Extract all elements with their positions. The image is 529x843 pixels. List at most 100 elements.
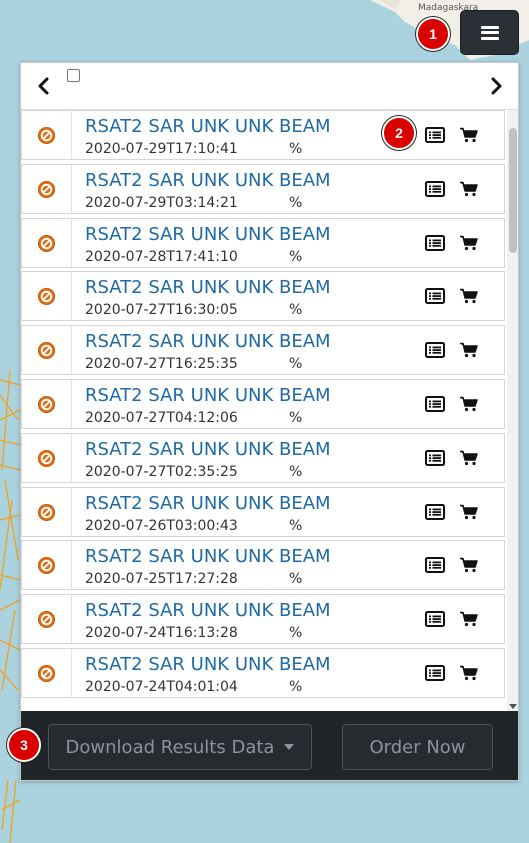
shopping-cart-icon (460, 504, 478, 520)
add-to-cart-button[interactable] (459, 234, 479, 252)
no-preview-cell (22, 326, 72, 374)
result-row[interactable]: RSAT2 SAR UNK UNK BEAM 2020-07-26T03:00:4… (21, 487, 505, 537)
no-preview-icon (37, 287, 56, 305)
metadata-list-button[interactable] (425, 503, 445, 521)
add-to-cart-button[interactable] (459, 341, 479, 359)
result-cloud-cover: % (289, 464, 303, 480)
result-row[interactable]: RSAT2 SAR UNK UNK BEAM 2020-07-27T02:35:2… (21, 433, 505, 483)
result-acquisition-date: 2020-07-27T16:30:05 (85, 302, 238, 318)
metadata-list-button[interactable] (425, 180, 445, 198)
metadata-list-button[interactable] (425, 556, 445, 574)
no-preview-icon (37, 556, 56, 574)
result-cloud-cover: % (289, 195, 303, 211)
metadata-list-button[interactable] (425, 341, 445, 359)
result-title-link[interactable]: RSAT2 SAR UNK UNK BEAM (85, 385, 331, 406)
no-preview-cell (22, 649, 72, 697)
results-pager (21, 63, 518, 110)
result-title-link[interactable]: RSAT2 SAR UNK UNK BEAM (85, 493, 331, 514)
no-preview-cell (22, 219, 72, 267)
list-details-icon (425, 342, 445, 358)
list-details-icon (425, 611, 445, 627)
add-to-cart-button[interactable] (459, 610, 479, 628)
previous-page-button[interactable] (33, 75, 53, 97)
result-acquisition-date: 2020-07-24T04:01:04 (85, 679, 238, 695)
shopping-cart-icon (460, 181, 478, 197)
caret-down-icon (284, 744, 295, 750)
no-preview-icon (37, 449, 56, 467)
step-badge-2: 2 (382, 116, 416, 150)
result-cloud-cover: % (289, 356, 303, 372)
result-title-link[interactable]: RSAT2 SAR UNK UNK BEAM (85, 654, 331, 675)
next-page-button[interactable] (487, 75, 507, 97)
results-panel: RSAT2 SAR UNK UNK BEAM 2020-07-29T17:10:4… (20, 62, 519, 781)
metadata-list-button[interactable] (425, 449, 445, 467)
add-to-cart-button[interactable] (459, 395, 479, 413)
result-row[interactable]: RSAT2 SAR UNK UNK BEAM 2020-07-25T17:27:2… (21, 540, 505, 590)
result-acquisition-date: 2020-07-25T17:27:28 (85, 571, 238, 587)
result-acquisition-date: 2020-07-27T02:35:25 (85, 464, 238, 480)
menu-toggle-button[interactable] (460, 10, 519, 55)
add-to-cart-button[interactable] (459, 126, 479, 144)
order-now-button[interactable]: Order Now (342, 724, 493, 770)
metadata-list-button[interactable] (425, 395, 445, 413)
no-preview-icon (37, 341, 56, 359)
list-details-icon (425, 288, 445, 304)
result-title-link[interactable]: RSAT2 SAR UNK UNK BEAM (85, 116, 331, 137)
add-to-cart-button[interactable] (459, 556, 479, 574)
result-cloud-cover: % (289, 249, 303, 265)
add-to-cart-button[interactable] (459, 503, 479, 521)
shopping-cart-icon (460, 665, 478, 681)
result-title-link[interactable]: RSAT2 SAR UNK UNK BEAM (85, 277, 331, 298)
results-scrollbar[interactable] (507, 110, 518, 711)
no-preview-cell (22, 488, 72, 536)
result-row[interactable]: RSAT2 SAR UNK UNK BEAM 2020-07-27T16:30:0… (21, 271, 505, 321)
metadata-list-button[interactable] (425, 234, 445, 252)
results-footer: Download Results Data Order Now (21, 711, 518, 780)
result-acquisition-date: 2020-07-27T04:12:06 (85, 410, 238, 426)
shopping-cart-icon (460, 127, 478, 143)
no-preview-icon (37, 503, 56, 521)
add-to-cart-button[interactable] (459, 664, 479, 682)
result-cloud-cover: % (289, 410, 303, 426)
add-to-cart-button[interactable] (459, 287, 479, 305)
metadata-list-button[interactable] (425, 610, 445, 628)
no-preview-cell (22, 595, 72, 643)
result-row[interactable]: RSAT2 SAR UNK UNK BEAM 2020-07-27T04:12:0… (21, 379, 505, 429)
no-preview-icon (37, 126, 56, 144)
scroll-down-arrow[interactable] (509, 704, 517, 709)
metadata-list-button[interactable] (425, 287, 445, 305)
add-to-cart-button[interactable] (459, 449, 479, 467)
list-details-icon (425, 665, 445, 681)
metadata-list-button[interactable] (425, 126, 445, 144)
step-badge-1: 1 (416, 17, 450, 51)
result-row[interactable]: RSAT2 SAR UNK UNK BEAM 2020-07-27T16:25:3… (21, 325, 505, 375)
result-row[interactable]: RSAT2 SAR UNK UNK BEAM 2020-07-28T17:41:1… (21, 218, 505, 268)
result-title-link[interactable]: RSAT2 SAR UNK UNK BEAM (85, 439, 331, 460)
shopping-cart-icon (460, 235, 478, 251)
result-row[interactable]: RSAT2 SAR UNK UNK BEAM 2020-07-29T17:10:4… (21, 110, 505, 160)
no-preview-cell (22, 165, 72, 213)
result-row[interactable]: RSAT2 SAR UNK UNK BEAM 2020-07-29T03:14:2… (21, 164, 505, 214)
result-title-link[interactable]: RSAT2 SAR UNK UNK BEAM (85, 331, 331, 352)
result-title-link[interactable]: RSAT2 SAR UNK UNK BEAM (85, 546, 331, 567)
no-preview-cell (22, 541, 72, 589)
result-row[interactable]: RSAT2 SAR UNK UNK BEAM 2020-07-24T04:01:0… (21, 648, 505, 698)
shopping-cart-icon (460, 342, 478, 358)
metadata-list-button[interactable] (425, 664, 445, 682)
no-preview-icon (37, 180, 56, 198)
result-title-link[interactable]: RSAT2 SAR UNK UNK BEAM (85, 170, 331, 191)
result-title-link[interactable]: RSAT2 SAR UNK UNK BEAM (85, 600, 331, 621)
step-badge-3: 3 (7, 728, 41, 762)
results-list[interactable]: RSAT2 SAR UNK UNK BEAM 2020-07-29T17:10:4… (21, 110, 507, 711)
shopping-cart-icon (460, 288, 478, 304)
list-details-icon (425, 127, 445, 143)
result-title-link[interactable]: RSAT2 SAR UNK UNK BEAM (85, 224, 331, 245)
scrollbar-thumb[interactable] (509, 128, 517, 253)
download-results-data-dropdown[interactable]: Download Results Data (48, 724, 312, 770)
shopping-cart-icon (460, 611, 478, 627)
result-acquisition-date: 2020-07-29T03:14:21 (85, 195, 238, 211)
result-row[interactable]: RSAT2 SAR UNK UNK BEAM 2020-07-24T16:13:2… (21, 594, 505, 644)
select-all-checkbox[interactable] (67, 69, 80, 82)
add-to-cart-button[interactable] (459, 180, 479, 198)
result-cloud-cover: % (289, 141, 303, 157)
